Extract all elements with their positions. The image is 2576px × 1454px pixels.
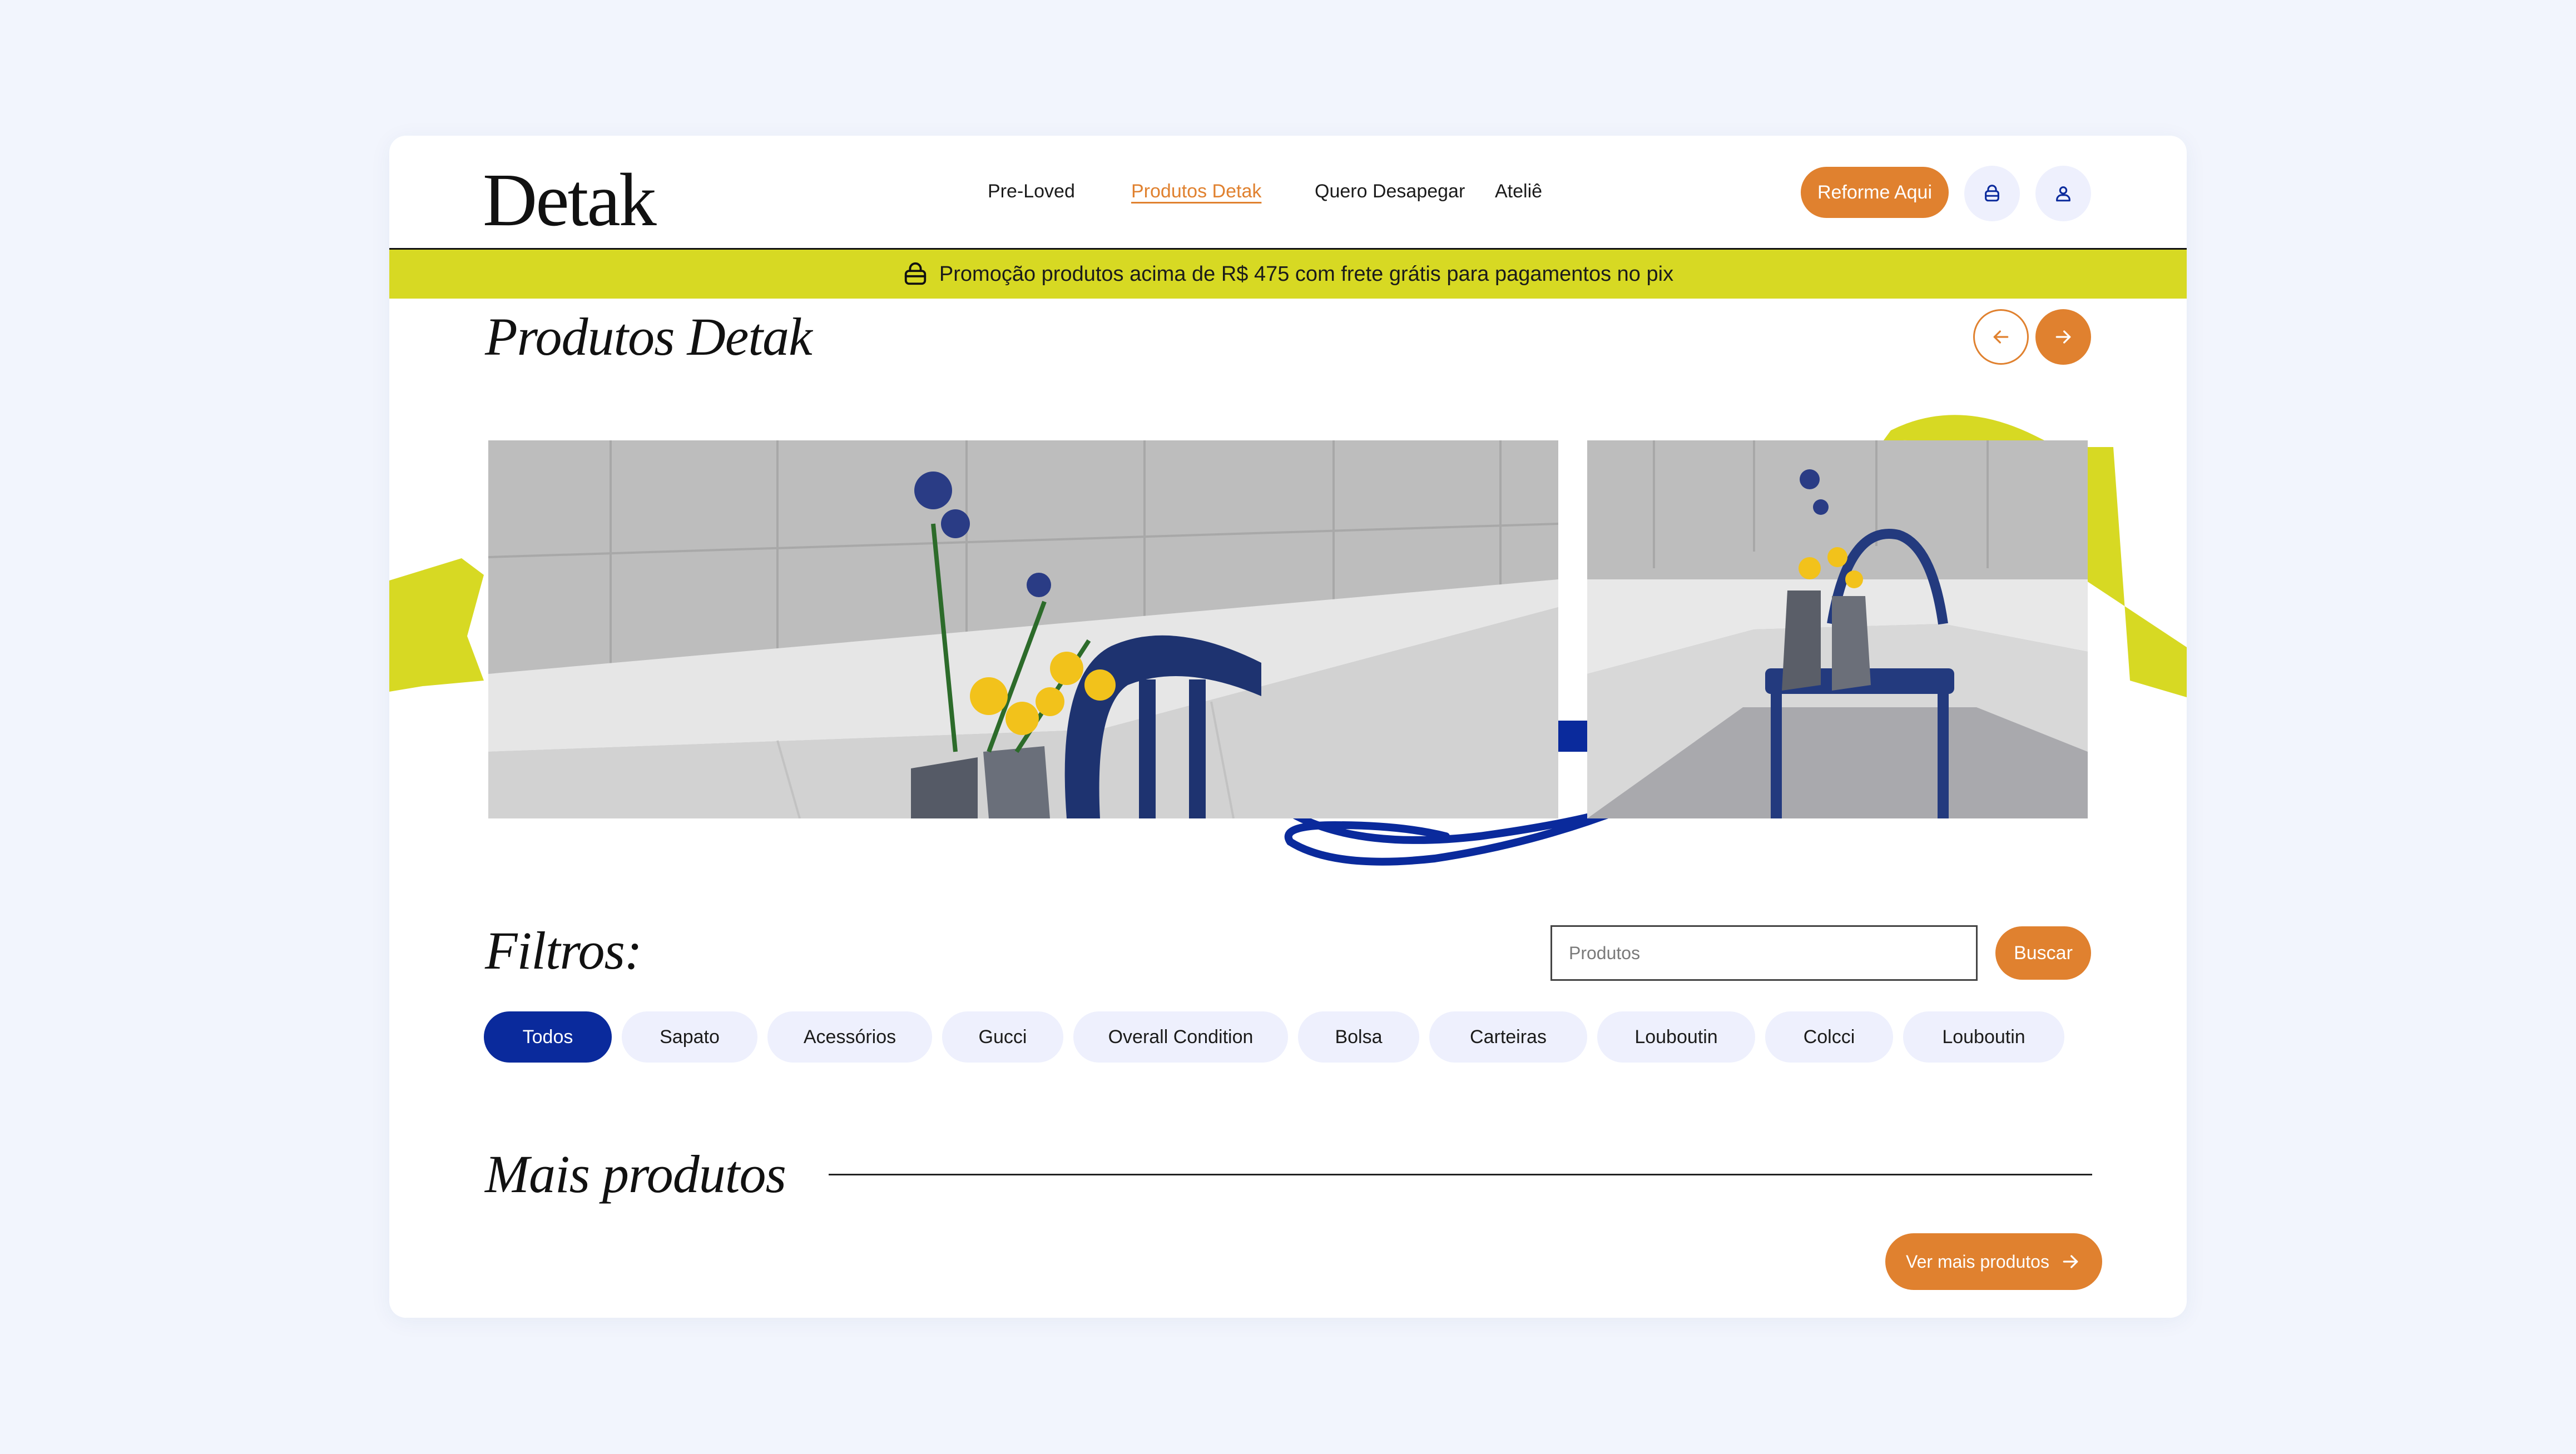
gallery-image-1[interactable] [488, 440, 1558, 818]
chip-bolsa[interactable]: Bolsa [1298, 1011, 1419, 1063]
chip-overall-condition[interactable]: Overall Condition [1073, 1011, 1288, 1063]
see-more-products-button[interactable]: Ver mais produtos [1885, 1233, 2102, 1290]
search-button[interactable]: Buscar [1995, 926, 2091, 980]
chip-colcci[interactable]: Colcci [1765, 1011, 1893, 1063]
chip-acessorios[interactable]: Acessórios [767, 1011, 932, 1063]
vase-flowers-blue-chair-photo [488, 440, 1558, 818]
more-products-title: Mais produtos [485, 1144, 786, 1204]
page: Detak Pre-Loved Produtos Detak Quero Des… [0, 0, 2576, 1454]
chip-sapato[interactable]: Sapato [622, 1011, 757, 1063]
search-input[interactable] [1550, 925, 1978, 981]
chip-carteiras[interactable]: Carteiras [1429, 1011, 1587, 1063]
arrow-right-icon [2063, 1255, 2078, 1268]
chip-louboutin-2[interactable]: Louboutin [1903, 1011, 2064, 1063]
chip-gucci[interactable]: Gucci [942, 1011, 1063, 1063]
section-divider [829, 1174, 2092, 1175]
yellow-brush-left [389, 558, 484, 692]
main-card: Detak Pre-Loved Produtos Detak Quero Des… [389, 136, 2187, 1318]
chair-boots-flowers-photo [1587, 440, 2088, 818]
chip-louboutin[interactable]: Louboutin [1597, 1011, 1755, 1063]
chip-todos[interactable]: Todos [484, 1011, 612, 1063]
blue-stroke-accent [1557, 721, 1588, 752]
filters-title: Filtros: [485, 921, 642, 980]
gallery-image-2[interactable] [1587, 440, 2088, 818]
see-more-label: Ver mais produtos [1906, 1251, 2049, 1272]
